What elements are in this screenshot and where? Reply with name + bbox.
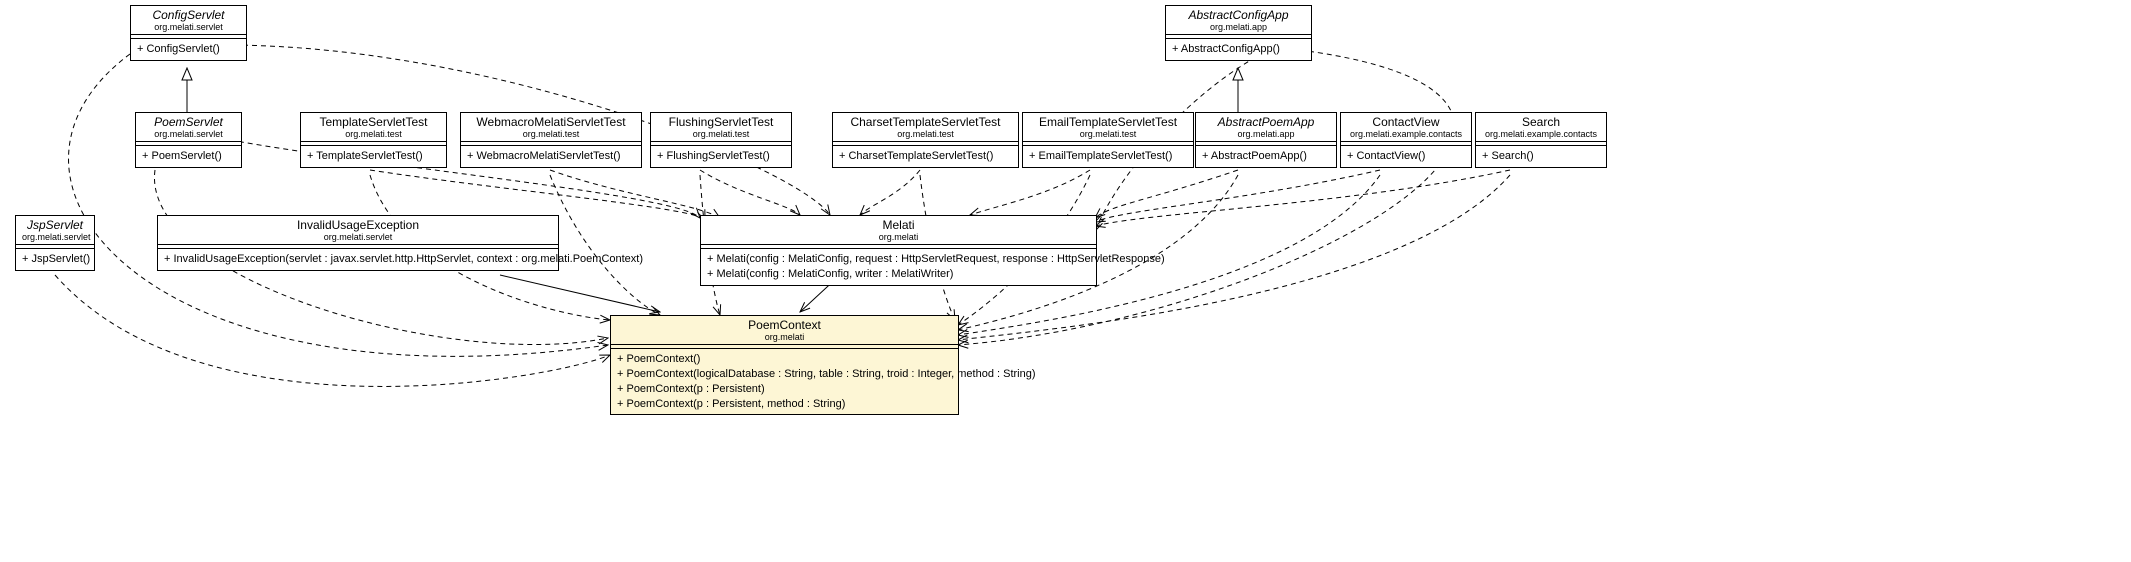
class-name: AbstractConfigApp — [1172, 8, 1305, 22]
class-name: JspServlet — [22, 218, 88, 232]
class-contactview: ContactVieworg.melati.example.contacts +… — [1340, 112, 1472, 168]
class-flushingservlettest: FlushingServletTestorg.melati.test + Flu… — [650, 112, 792, 168]
class-poemservlet: PoemServletorg.melati.servlet + PoemServ… — [135, 112, 242, 168]
class-name: ContactView — [1347, 115, 1465, 129]
class-op: + Search() — [1482, 149, 1600, 164]
class-op: + PoemContext(p : Persistent, method : S… — [617, 397, 952, 412]
class-op: + ConfigServlet() — [137, 42, 240, 57]
class-melati: Melatiorg.melati + Melati(config : Melat… — [700, 215, 1097, 286]
class-webmacromelatiservlettest: WebmacroMelatiServletTestorg.melati.test… — [460, 112, 642, 168]
class-package: org.melati.servlet — [137, 22, 240, 32]
class-name: Melati — [707, 218, 1090, 232]
class-name: Search — [1482, 115, 1600, 129]
class-op: + TemplateServletTest() — [307, 149, 440, 164]
class-name: WebmacroMelatiServletTest — [467, 115, 635, 129]
class-op: + AbstractConfigApp() — [1172, 42, 1305, 57]
class-name: PoemServlet — [142, 115, 235, 129]
class-name: EmailTemplateServletTest — [1029, 115, 1187, 129]
class-op: + PoemContext() — [617, 352, 952, 367]
class-name: FlushingServletTest — [657, 115, 785, 129]
class-name: InvalidUsageException — [164, 218, 552, 232]
class-op: + JspServlet() — [22, 252, 88, 267]
class-package: org.melati.test — [1029, 129, 1187, 139]
class-poemcontext: PoemContextorg.melati + PoemContext() + … — [610, 315, 959, 415]
class-op: + CharsetTemplateServletTest() — [839, 149, 1012, 164]
class-emailtemplateservlettest: EmailTemplateServletTestorg.melati.test … — [1022, 112, 1194, 168]
class-op: + ContactView() — [1347, 149, 1465, 164]
class-package: org.melati.test — [307, 129, 440, 139]
class-package: org.melati.servlet — [22, 232, 88, 242]
class-op: + PoemServlet() — [142, 149, 235, 164]
class-package: org.melati — [707, 232, 1090, 242]
class-package: org.melati.app — [1172, 22, 1305, 32]
class-search: Searchorg.melati.example.contacts + Sear… — [1475, 112, 1607, 168]
class-op: + InvalidUsageException(servlet : javax.… — [164, 252, 552, 267]
class-op: + PoemContext(p : Persistent) — [617, 382, 952, 397]
class-package: org.melati — [617, 332, 952, 342]
class-op: + EmailTemplateServletTest() — [1029, 149, 1187, 164]
class-invalidusageexception: InvalidUsageExceptionorg.melati.servlet … — [157, 215, 559, 271]
class-op: + Melati(config : MelatiConfig, writer :… — [707, 267, 1090, 282]
class-op: + WebmacroMelatiServletTest() — [467, 149, 635, 164]
class-op: + FlushingServletTest() — [657, 149, 785, 164]
class-package: org.melati.test — [467, 129, 635, 139]
class-templateservlettest: TemplateServletTestorg.melati.test + Tem… — [300, 112, 447, 168]
class-abstractpoemapp: AbstractPoemApporg.melati.app + Abstract… — [1195, 112, 1337, 168]
class-abstractconfigapp: AbstractConfigApporg.melati.app + Abstra… — [1165, 5, 1312, 61]
class-package: org.melati.test — [839, 129, 1012, 139]
class-charsettemplateservlettest: CharsetTemplateServletTestorg.melati.tes… — [832, 112, 1019, 168]
class-package: org.melati.example.contacts — [1347, 129, 1465, 139]
class-op: + Melati(config : MelatiConfig, request … — [707, 252, 1090, 267]
class-name: CharsetTemplateServletTest — [839, 115, 1012, 129]
class-package: org.melati.servlet — [164, 232, 552, 242]
class-package: org.melati.example.contacts — [1482, 129, 1600, 139]
class-jspservlet: JspServletorg.melati.servlet + JspServle… — [15, 215, 95, 271]
class-name: TemplateServletTest — [307, 115, 440, 129]
class-op: + AbstractPoemApp() — [1202, 149, 1330, 164]
class-op: + PoemContext(logicalDatabase : String, … — [617, 367, 952, 382]
class-package: org.melati.app — [1202, 129, 1330, 139]
class-package: org.melati.test — [657, 129, 785, 139]
class-name: ConfigServlet — [137, 8, 240, 22]
class-name: PoemContext — [617, 318, 952, 332]
class-name: AbstractPoemApp — [1202, 115, 1330, 129]
class-package: org.melati.servlet — [142, 129, 235, 139]
class-configservlet: ConfigServletorg.melati.servlet + Config… — [130, 5, 247, 61]
